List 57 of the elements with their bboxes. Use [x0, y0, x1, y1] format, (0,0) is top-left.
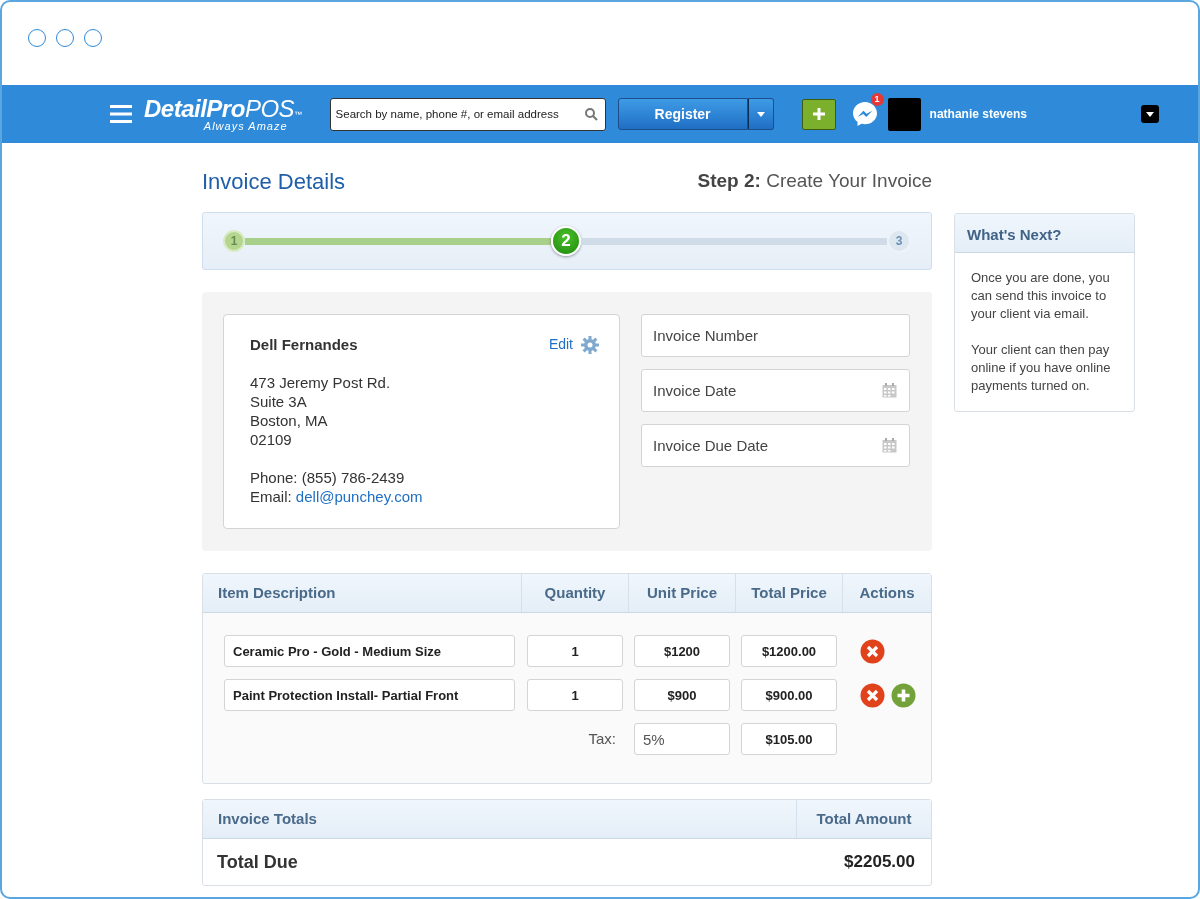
edit-link[interactable]: Edit: [548, 335, 573, 354]
search-field[interactable]: Search by name, phone #, or email address: [329, 97, 606, 131]
register-button[interactable]: Register: [617, 98, 748, 130]
address-line: 473 Jeremy Post Rd.: [250, 373, 392, 392]
email-link[interactable]: dell@punchey.com: [295, 488, 423, 505]
quantity-field[interactable]: 1: [527, 635, 623, 667]
address-line: Boston, MA: [250, 411, 329, 430]
address-line: 02109: [250, 430, 293, 449]
messenger-icon[interactable]: [851, 101, 878, 127]
total-due-amount: $2205.00: [844, 851, 915, 874]
total-due-label: Total Due: [217, 850, 298, 874]
column-header: Actions: [842, 574, 931, 612]
panel-title: What's Next?: [955, 214, 1134, 253]
description-field[interactable]: Paint Protection Install- Partial Front: [224, 679, 515, 711]
step-heading: Step 2: Create Your Invoice: [697, 168, 932, 193]
date-field[interactable]: Invoice Date: [641, 369, 910, 412]
date-field[interactable]: Invoice Due Date: [641, 424, 910, 467]
caret-icon: [1145, 111, 1154, 117]
unit-price-field[interactable]: $1200: [634, 635, 730, 667]
menu-icon[interactable]: [110, 104, 132, 124]
search-icon[interactable]: [584, 107, 598, 121]
info-paragraph: Your client can then pay online if you have online payments turned on.: [971, 341, 1112, 395]
page-title: Invoice Details: [202, 167, 346, 196]
remove-icon[interactable]: [860, 638, 885, 664]
phone-text: Phone: (855) 786-2439: [250, 468, 406, 487]
column-header: Total Price: [735, 574, 842, 612]
dropdown-button[interactable]: [747, 98, 774, 130]
logo[interactable]: DetailProPOS™: [144, 96, 302, 121]
add-button[interactable]: [801, 98, 836, 130]
column-header: Item Description: [217, 582, 337, 603]
unit-price-field[interactable]: $900: [634, 679, 730, 711]
add-icon[interactable]: [891, 682, 916, 708]
column-header: Total Amount: [796, 800, 931, 838]
quantity-field[interactable]: 1: [527, 679, 623, 711]
tax-rate-field[interactable]: 5%: [634, 723, 730, 755]
plus-icon: [812, 108, 825, 120]
user-menu-button[interactable]: [1140, 105, 1159, 123]
caret-icon: [756, 111, 765, 117]
settings-icon[interactable]: [581, 335, 599, 354]
customer-name: Dell Fernandes: [250, 335, 358, 354]
tax-label: Tax:: [587, 728, 617, 749]
tax-amount-field[interactable]: $105.00: [741, 723, 837, 755]
user-name[interactable]: nathanie stevens: [929, 105, 1027, 123]
column-header: Invoice Totals: [217, 808, 318, 829]
column-header: Unit Price: [628, 574, 735, 612]
email-label: Email:: [250, 488, 292, 505]
description-field[interactable]: Ceramic Pro - Gold - Medium Size: [224, 635, 515, 667]
total-price-field[interactable]: $900.00: [741, 679, 837, 711]
avatar[interactable]: [887, 97, 921, 131]
info-paragraph: Once you are done, you can send this invoice to your client via email.: [971, 269, 1111, 323]
input-field[interactable]: Invoice Number: [641, 314, 910, 357]
total-price-field[interactable]: $1200.00: [741, 635, 837, 667]
column-header: Quantity: [521, 574, 628, 612]
logo-tagline: Always Amaze: [202, 120, 289, 132]
address-line: Suite 3A: [250, 392, 308, 411]
notification-badge: 1: [870, 93, 884, 106]
remove-icon[interactable]: [860, 682, 885, 708]
